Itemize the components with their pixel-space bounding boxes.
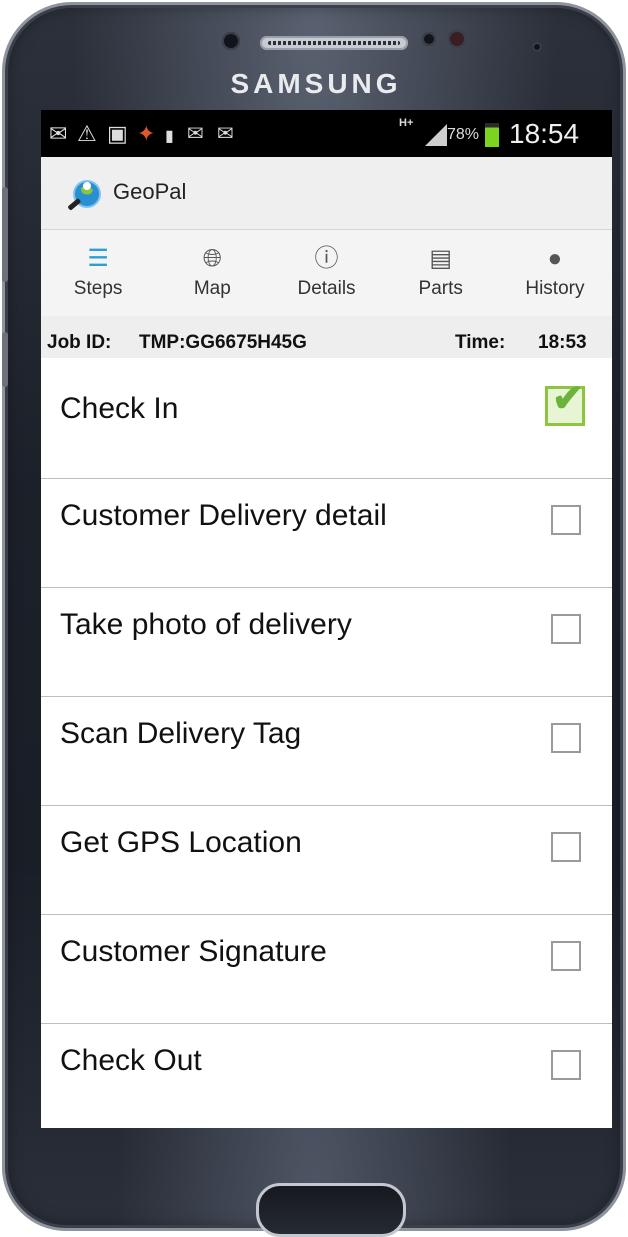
sim-icon: ▮ xyxy=(165,128,174,145)
step-take-photo[interactable]: Take photo of delivery xyxy=(41,588,612,697)
tab-label: Steps xyxy=(73,278,123,299)
step-get-gps-location[interactable]: Get GPS Location xyxy=(41,806,612,915)
battery-percent: 78% xyxy=(447,126,480,143)
signal-icon xyxy=(425,124,447,146)
tab-details[interactable]: ⓘ Details xyxy=(269,230,383,316)
home-button[interactable] xyxy=(256,1183,406,1237)
screen: ✉ ⚠ ▣ ✦ ▮ ✉ ✉ H+ 78% 18:54 GeoPal ☰ Step… xyxy=(41,110,612,1128)
tab-label: Details xyxy=(297,278,356,299)
step-checkbox[interactable] xyxy=(551,941,581,971)
job-time-value: 18:53 xyxy=(538,332,587,353)
server-icon: ▤ xyxy=(429,245,453,272)
step-label: Customer Delivery detail xyxy=(60,499,387,532)
step-check-out[interactable]: Check Out xyxy=(41,1024,612,1128)
geopal-logo-icon[interactable] xyxy=(63,174,103,214)
status-clock: 18:54 xyxy=(509,118,580,149)
image-icon: ▣ xyxy=(107,121,128,146)
mail-icon: ✉ xyxy=(49,121,68,146)
tab-map[interactable]: 🌐︎ Map xyxy=(155,230,269,316)
steps-list: Check In ✔ Customer Delivery detail Take… xyxy=(41,372,612,1128)
job-id-value: TMP:GG6675H45G xyxy=(139,332,307,353)
step-checkbox[interactable] xyxy=(551,505,581,535)
step-check-in[interactable]: Check In ✔ xyxy=(41,372,612,479)
step-checkbox-checked[interactable]: ✔ xyxy=(545,379,585,426)
step-label: Check Out xyxy=(60,1044,202,1077)
warning-icon: ⚠ xyxy=(77,121,97,146)
step-scan-delivery-tag[interactable]: Scan Delivery Tag xyxy=(41,697,612,806)
side-key xyxy=(2,332,8,387)
step-label: Take photo of delivery xyxy=(60,608,352,641)
step-customer-delivery-detail[interactable]: Customer Delivery detail xyxy=(41,479,612,588)
tab-steps[interactable]: ☰ Steps xyxy=(41,230,155,316)
step-label: Check In xyxy=(60,392,179,425)
app-title: GeoPal xyxy=(113,179,187,204)
info-icon: ⓘ xyxy=(314,245,339,272)
step-label: Scan Delivery Tag xyxy=(60,717,302,750)
earpiece-speaker xyxy=(260,36,408,50)
job-id-label: Job ID: xyxy=(47,332,112,353)
battery-icon xyxy=(485,123,499,147)
mail-at-icon: ✉ xyxy=(217,123,234,145)
step-checkbox[interactable] xyxy=(551,614,581,644)
proximity-sensor xyxy=(422,32,436,46)
tab-label: Map xyxy=(193,278,231,299)
step-checkbox[interactable] xyxy=(551,723,581,753)
status-bar: ✉ ⚠ ▣ ✦ ▮ ✉ ✉ H+ 78% 18:54 xyxy=(41,110,612,157)
app-bar: GeoPal xyxy=(41,157,612,230)
tab-bar: ☰ Steps 🌐︎ Map ⓘ Details ▤ Parts ● Histo… xyxy=(41,230,612,316)
list-icon: ☰ xyxy=(87,245,109,272)
job-time-label: Time: xyxy=(455,332,506,353)
sensor-dot xyxy=(222,32,240,50)
job-header: Job ID: TMP:GG6675H45G Time: 18:53 xyxy=(41,316,612,358)
tab-parts[interactable]: ▤ Parts xyxy=(384,230,498,316)
step-label: Get GPS Location xyxy=(60,826,302,859)
brand-logo: SAMSUNG xyxy=(230,68,402,99)
alert-icon: ✦ xyxy=(137,121,156,146)
step-label: Customer Signature xyxy=(60,935,327,968)
step-checkbox[interactable] xyxy=(551,1050,581,1080)
volume-key xyxy=(2,187,8,282)
step-customer-signature[interactable]: Customer Signature xyxy=(41,915,612,1024)
tab-label: Parts xyxy=(418,278,463,299)
front-camera xyxy=(532,42,542,52)
person-icon: ● xyxy=(547,245,563,272)
network-type: H+ xyxy=(399,117,414,129)
tab-history[interactable]: ● History xyxy=(498,230,612,316)
tab-label: History xyxy=(525,278,585,299)
light-sensor xyxy=(448,30,466,48)
mail-at-icon: ✉ xyxy=(187,123,204,145)
step-checkbox[interactable] xyxy=(551,832,581,862)
checkmark-icon: ✔ xyxy=(552,378,584,420)
globe-icon: 🌐︎ xyxy=(202,245,222,272)
